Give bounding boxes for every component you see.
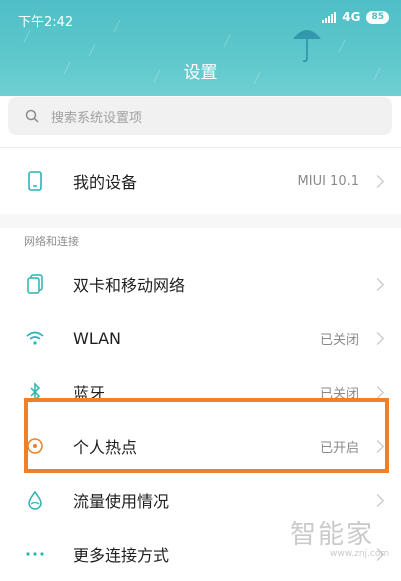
search-placeholder: 搜索系统设置项: [51, 110, 143, 126]
chevron-right-icon: [371, 385, 384, 399]
search-bar[interactable]: 搜索系统设置项: [8, 97, 392, 135]
divider: [0, 147, 401, 148]
sim-network-row[interactable]: 双卡和移动网络: [0, 257, 401, 311]
wlan-label: WLAN: [73, 328, 122, 348]
signal-icon: [322, 11, 337, 23]
watermark-url: www.znj.com: [330, 549, 390, 559]
wifi-icon: [24, 327, 46, 349]
my-device-label: 我的设备: [73, 173, 138, 192]
sim-network-label: 双卡和移动网络: [73, 276, 186, 295]
chevron-right-icon: [371, 174, 384, 188]
chevron-right-icon: [371, 331, 384, 345]
data-drop-icon: [24, 489, 46, 511]
data-usage-label: 流量使用情况: [73, 492, 170, 511]
wlan-value: 已关闭: [319, 332, 359, 348]
section-gap: [0, 214, 401, 228]
my-device-value: MIUI 10.1: [297, 173, 359, 189]
search-icon: [25, 109, 39, 123]
my-device-row[interactable]: 我的设备 MIUI 10.1: [0, 154, 401, 208]
phone-icon: [24, 170, 46, 192]
more-dots-icon: [24, 543, 46, 565]
sim-icon: [24, 273, 46, 295]
status-time: 下午2:42: [18, 15, 74, 30]
watermark: 智能家 www.znj.com: [290, 514, 389, 559]
page-title: 设置: [183, 63, 218, 83]
header: 下午2:42 4G 85 设置: [0, 0, 401, 96]
status-indicators: 4G 85: [322, 10, 389, 24]
wlan-row[interactable]: WLAN 已关闭: [0, 311, 401, 365]
chevron-right-icon: [371, 493, 384, 507]
chevron-right-icon: [371, 277, 384, 291]
watermark-text: 智能家: [290, 520, 375, 550]
network-type: 4G: [342, 10, 361, 24]
battery-icon: 85: [366, 10, 389, 24]
hotspot-highlight-box: [24, 398, 389, 473]
section-title-network: 网络和连接: [24, 235, 79, 248]
more-connections-label: 更多连接方式: [73, 546, 170, 565]
